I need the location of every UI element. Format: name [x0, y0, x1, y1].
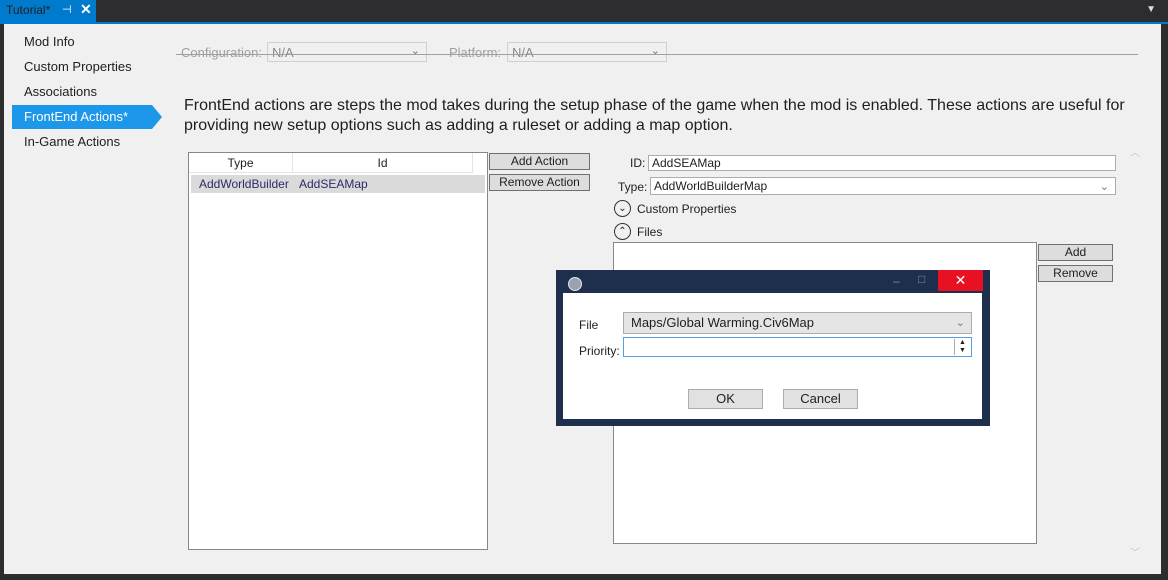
- close-tab-icon[interactable]: ✕: [80, 1, 92, 18]
- nav-item-custom-properties[interactable]: Custom Properties: [12, 55, 160, 79]
- table-row[interactable]: AddWorldBuilderM AddSEAMap: [191, 175, 485, 193]
- files-label: Files: [637, 225, 663, 239]
- scroll-up-icon[interactable]: ︿: [1130, 144, 1140, 159]
- remove-action-button[interactable]: Remove Action: [489, 174, 590, 191]
- column-header-id[interactable]: Id: [293, 153, 473, 173]
- separator: [176, 54, 1138, 55]
- priority-spinner[interactable]: ▲ ▼: [954, 339, 970, 355]
- file-value: Maps/Global Warming.Civ6Map: [631, 315, 815, 330]
- id-input[interactable]: AddSEAMap: [648, 155, 1116, 171]
- add-action-button[interactable]: Add Action: [489, 153, 590, 170]
- add-file-button[interactable]: Add: [1038, 244, 1113, 261]
- configuration-label: Configuration:: [181, 45, 262, 60]
- chevron-down-icon: ⌄: [955, 317, 965, 329]
- tab-overflow-icon[interactable]: ▼: [1146, 4, 1156, 15]
- collapse-files-icon[interactable]: ⌃: [614, 223, 631, 240]
- platform-value: N/A: [512, 45, 534, 60]
- chevron-down-icon: ⌄: [1099, 181, 1109, 193]
- chevron-down-icon: ⌄: [650, 45, 660, 57]
- priority-label: Priority:: [579, 344, 620, 358]
- expand-custom-properties-icon[interactable]: ⌄: [614, 200, 631, 217]
- minimize-icon[interactable]: –: [893, 274, 900, 288]
- chevron-down-icon: ⌄: [410, 45, 420, 57]
- platform-label: Platform:: [449, 45, 502, 60]
- configuration-value: N/A: [272, 45, 294, 60]
- actions-list[interactable]: Type Id AddWorldBuilderM AddSEAMap: [188, 152, 488, 550]
- app-icon: [568, 277, 582, 291]
- configuration-dropdown[interactable]: N/A ⌄: [267, 42, 427, 62]
- cell-id: AddSEAMap: [299, 177, 368, 191]
- custom-properties-label: Custom Properties: [637, 202, 737, 216]
- column-header-type[interactable]: Type: [189, 153, 293, 173]
- ok-button[interactable]: OK: [688, 389, 763, 409]
- nav-item-associations[interactable]: Associations: [12, 80, 160, 104]
- id-label: ID:: [630, 156, 646, 170]
- cancel-button[interactable]: Cancel: [783, 389, 858, 409]
- document-tab-strip: [0, 0, 1168, 22]
- remove-file-button[interactable]: Remove: [1038, 265, 1113, 282]
- nav-item-frontend-actions[interactable]: FrontEnd Actions*: [12, 105, 152, 129]
- tab-tutorial[interactable]: Tutorial* ⊣ ✕: [0, 0, 96, 22]
- selection-arrow: [152, 105, 162, 129]
- pin-icon[interactable]: ⊣: [62, 3, 72, 16]
- description-text: FrontEnd actions are steps the mod takes…: [184, 97, 1125, 134]
- priority-input[interactable]: ▲ ▼: [623, 337, 972, 357]
- type-dropdown[interactable]: AddWorldBuilderMap ⌄: [650, 177, 1116, 195]
- maximize-icon[interactable]: □: [918, 272, 925, 286]
- platform-dropdown[interactable]: N/A ⌄: [507, 42, 667, 62]
- type-value: AddWorldBuilderMap: [654, 179, 768, 193]
- file-dropdown[interactable]: Maps/Global Warming.Civ6Map ⌄: [623, 312, 972, 334]
- nav-item-in-game-actions[interactable]: In-Game Actions: [12, 130, 160, 154]
- file-label: File: [579, 318, 599, 332]
- scroll-down-icon[interactable]: ﹀: [1130, 544, 1140, 559]
- tab-title: Tutorial*: [6, 3, 51, 17]
- close-dialog-button[interactable]: ✕: [938, 270, 983, 291]
- nav-item-mod-info[interactable]: Mod Info: [12, 30, 160, 54]
- cell-type: AddWorldBuilderM: [199, 177, 289, 191]
- type-label: Type:: [618, 180, 648, 194]
